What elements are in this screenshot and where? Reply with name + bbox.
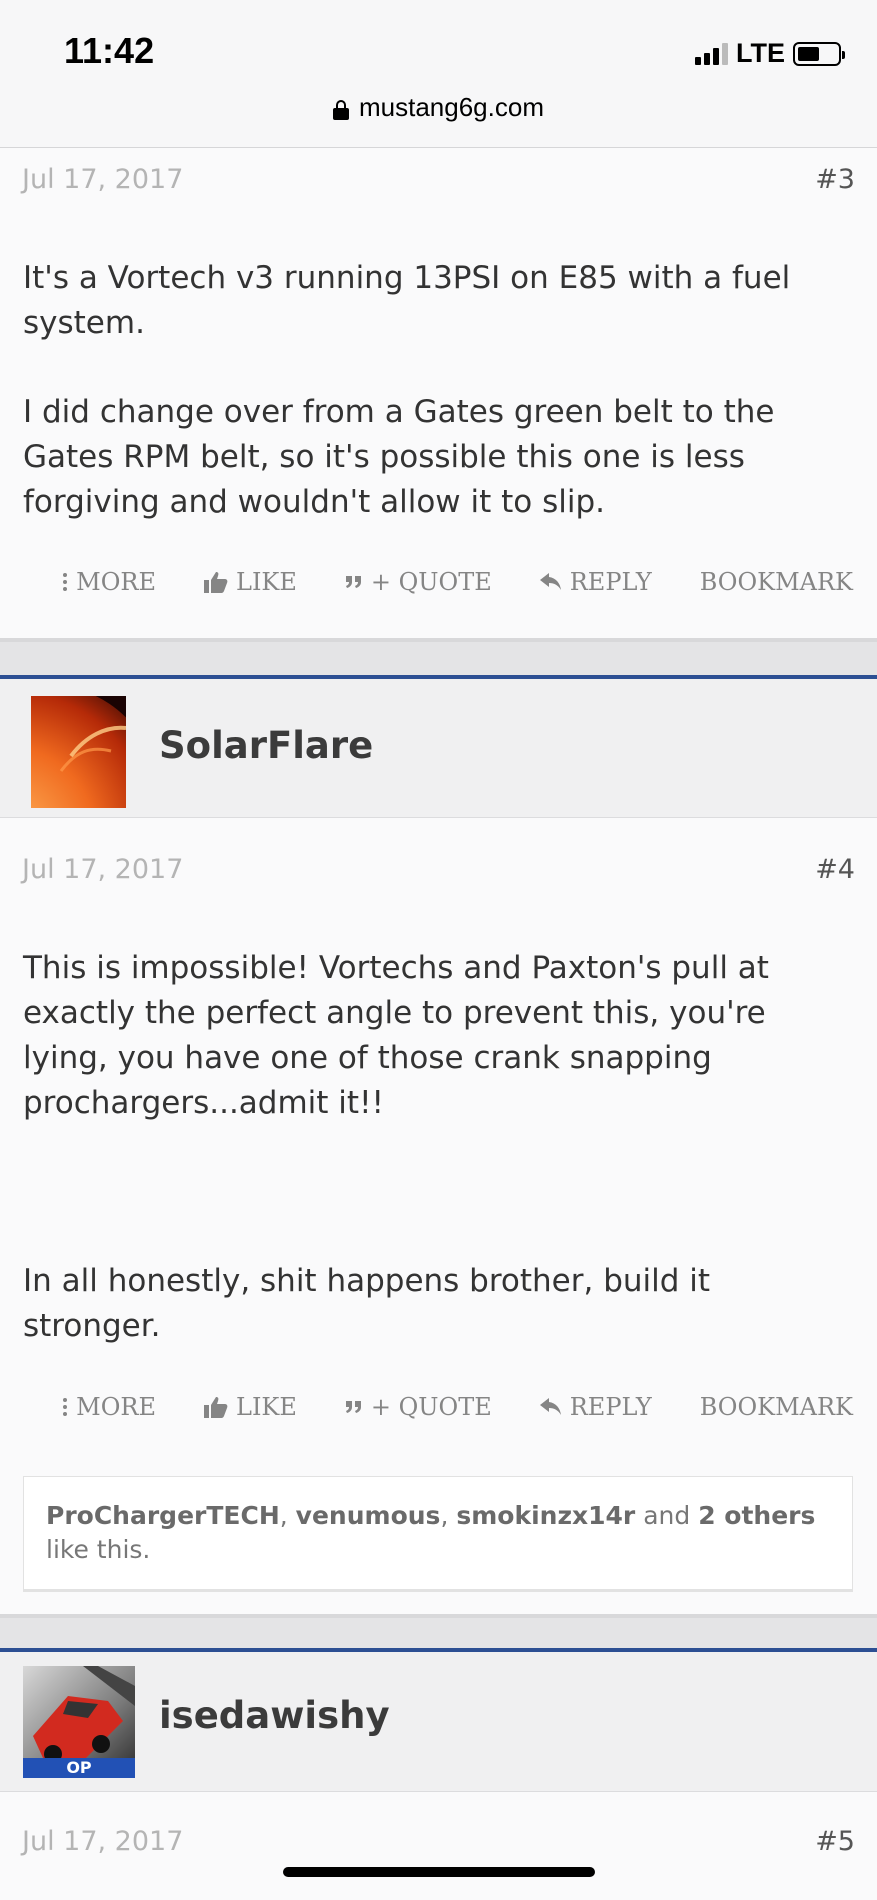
quote-icon xyxy=(345,1401,361,1413)
post-paragraph: It's a Vortech v3 running 13PSI on E85 w… xyxy=(23,260,791,341)
more-button[interactable]: MORE xyxy=(62,1393,156,1421)
like-button[interactable]: LIKE xyxy=(204,1393,297,1421)
post-date[interactable]: Jul 17, 2017 xyxy=(22,854,183,885)
post-date[interactable]: Jul 17, 2017 xyxy=(22,1826,183,1857)
thumbs-up-icon xyxy=(204,572,228,593)
card-shadow xyxy=(0,638,877,642)
bookmark-label: BOOKMARK xyxy=(699,1393,853,1421)
post-meta: Jul 17, 2017 #5 xyxy=(22,1826,855,1857)
quote-button[interactable]: + QUOTE xyxy=(345,568,492,596)
card-shadow xyxy=(0,1614,877,1618)
author-name[interactable]: SolarFlare xyxy=(159,724,373,767)
post-date[interactable]: Jul 17, 2017 xyxy=(22,164,183,195)
post-paragraph: In all honestly, shit happens brother, b… xyxy=(23,1263,711,1344)
liker-link[interactable]: ProChargerTECH xyxy=(46,1501,280,1530)
like-button[interactable]: LIKE xyxy=(204,568,297,596)
likes-summary: ProChargerTECH, venumous, smokinzx14r an… xyxy=(23,1476,853,1592)
quote-button[interactable]: + QUOTE xyxy=(345,1393,492,1421)
solar-flare-avatar-image xyxy=(31,696,126,808)
post-number[interactable]: #3 xyxy=(815,164,855,195)
post-card: Jul 17, 2017 #4 This is impossible! Vort… xyxy=(0,818,877,1614)
liker-link[interactable]: smokinzx14r xyxy=(456,1501,635,1530)
lock-icon xyxy=(333,99,349,120)
reply-button[interactable]: REPLY xyxy=(539,568,652,596)
more-label: MORE xyxy=(76,1393,157,1421)
post-meta: Jul 17, 2017 #3 xyxy=(22,164,855,195)
post-paragraph: This is impossible! Vortechs and Paxton'… xyxy=(23,950,769,1121)
liker-link[interactable]: venumous xyxy=(296,1501,441,1530)
reply-icon xyxy=(539,573,561,590)
bookmark-button[interactable]: BOOKMARK xyxy=(700,568,853,596)
address-bar[interactable]: mustang6g.com xyxy=(0,92,877,123)
reply-icon xyxy=(539,1398,561,1415)
thumbs-up-icon xyxy=(204,1397,228,1418)
reply-label: REPLY xyxy=(569,568,652,596)
post-author-header: OP isedawishy xyxy=(0,1648,877,1792)
battery-icon xyxy=(793,41,845,66)
quote-label: + QUOTE xyxy=(370,568,492,596)
bookmark-label: BOOKMARK xyxy=(699,568,853,596)
more-label: MORE xyxy=(76,568,157,596)
author-name[interactable]: isedawishy xyxy=(159,1694,390,1737)
more-button[interactable]: MORE xyxy=(62,568,156,596)
post-actions: MORE LIKE + QUOTE REPLY BOOKMARK xyxy=(0,1393,853,1421)
quote-icon xyxy=(345,576,361,588)
quote-label: + QUOTE xyxy=(370,1393,492,1421)
post-meta: Jul 17, 2017 #4 xyxy=(22,854,855,885)
post-author-header: SolarFlare xyxy=(0,675,877,818)
more-icon xyxy=(63,1398,68,1416)
more-icon xyxy=(63,573,68,591)
url-text: mustang6g.com xyxy=(359,92,544,122)
signal-icon xyxy=(695,42,728,65)
op-badge: OP xyxy=(23,1758,135,1778)
browser-top-bar: 11:42 LTE mustang6g.com xyxy=(0,0,877,148)
like-label: LIKE xyxy=(236,568,297,596)
post-number[interactable]: #5 xyxy=(815,1826,855,1857)
network-label: LTE xyxy=(736,38,785,68)
like-label: LIKE xyxy=(236,1393,297,1421)
status-time: 11:42 xyxy=(64,30,155,71)
status-indicators: LTE xyxy=(695,38,845,69)
post-number[interactable]: #4 xyxy=(815,854,855,885)
post-paragraph: I did change over from a Gates green bel… xyxy=(23,394,775,520)
post-body: It's a Vortech v3 running 13PSI on E85 w… xyxy=(23,256,847,525)
bookmark-button[interactable]: BOOKMARK xyxy=(700,1393,853,1421)
home-indicator[interactable] xyxy=(283,1867,595,1877)
post-card: Jul 17, 2017 #5 xyxy=(0,1792,877,1900)
reply-button[interactable]: REPLY xyxy=(539,1393,652,1421)
post-body: This is impossible! Vortechs and Paxton'… xyxy=(23,946,847,1349)
others-link[interactable]: 2 others xyxy=(698,1501,815,1530)
post-actions: MORE LIKE + QUOTE REPLY BOOKMARK xyxy=(0,568,853,596)
reply-label: REPLY xyxy=(569,1393,652,1421)
post-card: Jul 17, 2017 #3 It's a Vortech v3 runnin… xyxy=(0,148,877,638)
avatar[interactable] xyxy=(31,696,126,808)
